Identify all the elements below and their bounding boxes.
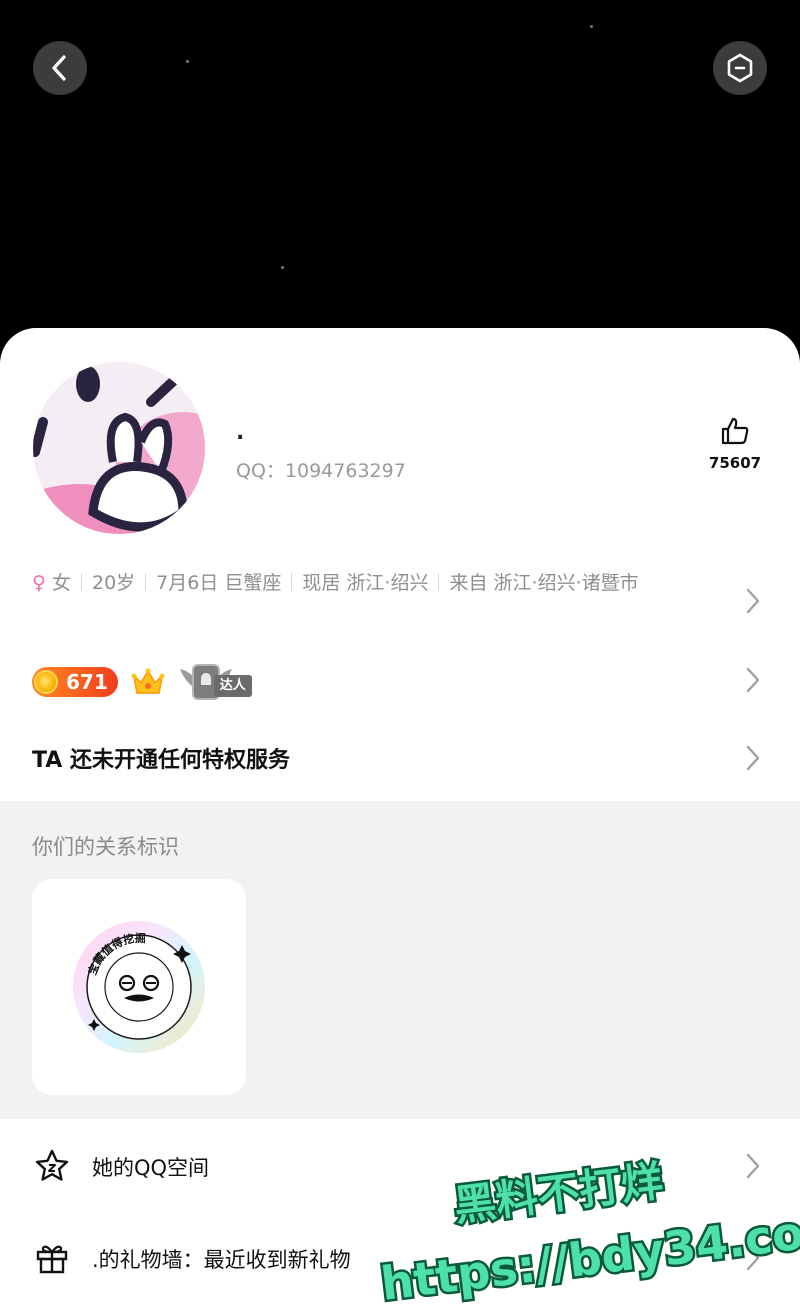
gender-text: 女 — [51, 572, 71, 594]
qq-level-value: 671 — [66, 670, 108, 694]
menu-label-qzone: 她的QQ空间 — [92, 1156, 210, 1180]
like-button[interactable]: 75607 — [700, 416, 770, 472]
age-text: 20岁 — [91, 572, 136, 594]
divider — [438, 573, 440, 591]
divider — [291, 573, 293, 591]
nickname: . — [236, 420, 245, 445]
talent-badge: 达人 — [178, 661, 270, 703]
gift-icon — [36, 1245, 68, 1274]
chevron-right-icon[interactable] — [744, 587, 762, 615]
cover-dot — [590, 25, 593, 28]
more-button[interactable] — [713, 41, 767, 95]
chevron-right-icon[interactable] — [744, 666, 762, 694]
relation-title: 你们的关系标识 — [32, 835, 179, 859]
divider — [80, 573, 82, 591]
cover-dot — [186, 60, 189, 63]
qq-number: QQ：1094763297 — [236, 460, 406, 482]
residence-text: 现居 浙江·绍兴 — [302, 572, 429, 594]
privilege-status[interactable]: TA 还未开通任何特权服务 — [32, 742, 290, 774]
crown-icon — [131, 668, 165, 694]
menu-item-qzone[interactable]: 她的QQ空间 — [0, 1131, 800, 1201]
birthday-text: 7月6日 巨蟹座 — [156, 572, 282, 594]
basic-info-row[interactable]: ♀ 女 20岁 7月6日 巨蟹座 现居 浙江·绍兴 来自 浙江·绍兴·诸暨市 — [32, 568, 722, 599]
cover-background — [0, 0, 800, 360]
relation-section: 你们的关系标识 宝藏值得挖掘 — [0, 801, 800, 1119]
avatar[interactable] — [33, 362, 205, 534]
menu-item-gift-wall[interactable]: .的礼物墙：最近收到新礼物 — [0, 1223, 800, 1293]
sun-icon — [34, 670, 58, 694]
thumbs-up-icon — [721, 417, 749, 445]
like-count: 75607 — [708, 454, 762, 472]
chevron-left-icon — [52, 55, 66, 81]
female-icon: ♀ — [32, 572, 46, 594]
chevron-right-icon[interactable] — [744, 744, 762, 772]
badge-row[interactable]: 671 达人 — [32, 660, 270, 704]
avatar-image — [33, 362, 205, 534]
profile-sheet: . QQ：1094763297 75607 ♀ 女 20岁 7月6日 巨蟹座 现居 浙… — [0, 328, 800, 1307]
treasure-badge-icon: 宝藏值得挖掘 — [73, 921, 205, 1053]
hexagon-more-icon — [727, 53, 753, 83]
relation-badge-card[interactable]: 宝藏值得挖掘 — [32, 879, 246, 1095]
menu-label-gift-wall: .的礼物墙：最近收到新礼物 — [92, 1248, 351, 1272]
qq-level-badge: 671 — [32, 667, 118, 697]
divider — [145, 573, 147, 591]
hometown-text: 来自 浙江·绍兴·诸暨市 — [449, 572, 639, 594]
chevron-right-icon — [746, 1245, 760, 1271]
star-icon — [35, 1149, 69, 1181]
cover-dot — [281, 266, 284, 269]
chevron-right-icon — [746, 1153, 760, 1179]
talent-label: 达人 — [213, 675, 252, 697]
back-button[interactable] — [33, 41, 87, 95]
